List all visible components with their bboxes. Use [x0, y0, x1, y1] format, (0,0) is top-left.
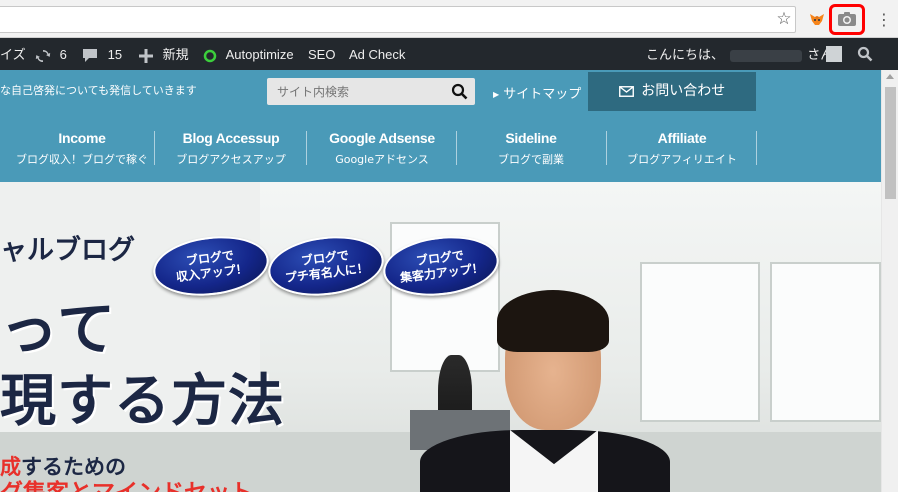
nav-label-jp: Googleアドセンス [335, 153, 429, 166]
nav-label-jp: ブログ収入！ブログで稼ぐ [16, 153, 148, 166]
address-bar[interactable] [0, 6, 796, 33]
adcheck-link[interactable]: Ad Check [349, 46, 405, 64]
nav-item-google-adsense[interactable]: Google Adsense Googleアドセンス [312, 130, 452, 167]
nav-label-en: Sideline [505, 130, 557, 146]
updates-link[interactable]: 6 [34, 46, 67, 64]
autoptimize-link[interactable]: Autoptimize [203, 46, 294, 64]
updates-icon [35, 49, 51, 62]
person-hair [497, 290, 609, 352]
autoptimize-label: Autoptimize [225, 47, 294, 62]
seo-link[interactable]: SEO [308, 46, 335, 64]
plus-icon [139, 48, 153, 63]
admin-search-icon[interactable] [857, 46, 873, 62]
nav-item-blog-accessup[interactable]: Blog Accessup ブログアクセスアップ [160, 130, 302, 167]
hero-line-5: グ集客とマインドセット [0, 473, 253, 492]
search-icon[interactable] [451, 83, 468, 100]
nav-label-en: Google Adsense [329, 130, 435, 146]
window-pane [640, 262, 760, 422]
avatar[interactable] [826, 46, 842, 62]
site-search-input[interactable] [267, 78, 447, 105]
nav-label-en: Blog Accessup [182, 130, 280, 146]
nav-label-jp: ブログアクセスアップ [176, 153, 286, 166]
comment-icon [83, 49, 97, 63]
site-tagline: な自己啓発についても発信していきます [0, 84, 197, 97]
nav-divider [456, 131, 457, 165]
browser-toolbar: ☆ ⋮ [0, 0, 898, 38]
window-pane [770, 262, 881, 422]
metamask-icon[interactable] [809, 11, 825, 27]
greeting-link[interactable]: こんにちは、 さん [646, 46, 833, 64]
customize-link[interactable]: イズ [0, 46, 26, 64]
nav-divider [154, 131, 155, 165]
greeting-prefix: こんにちは、 [646, 47, 725, 62]
nav-item-income[interactable]: Income ブログ収入！ブログで稼ぐ [12, 130, 152, 167]
comments-link[interactable]: 15 [82, 46, 122, 64]
nav-divider [756, 131, 757, 165]
nav-label-jp: ブログアフィリエイト [627, 153, 737, 166]
camera-icon[interactable] [837, 11, 857, 27]
nav-divider [306, 131, 307, 165]
triangle-right-icon: ▶ [493, 90, 500, 99]
wp-admin-bar: イズ 6 15 新規 Autoptimize SEO Ad Check こんにち… [0, 38, 898, 70]
comments-count: 15 [107, 47, 123, 62]
nav-label-en: Income [58, 130, 106, 146]
nav-item-affiliate[interactable]: Affiliate ブログアフィリエイト [612, 130, 752, 167]
updates-count: 6 [59, 47, 67, 62]
contact-label: お問い合わせ [641, 83, 726, 99]
hero-line-3: 現する方法 [0, 369, 285, 434]
sitemap-label: サイトマップ [503, 87, 582, 102]
site-search-box [267, 78, 475, 105]
envelope-icon [618, 85, 634, 97]
hero-line-2: って [0, 295, 118, 363]
scroll-thumb[interactable] [885, 87, 896, 199]
username-redacted [729, 49, 802, 62]
star-icon[interactable]: ☆ [774, 9, 794, 29]
contact-button[interactable]: お問い合わせ [588, 72, 756, 111]
nav-item-sideline[interactable]: Sideline ブログで副業 [462, 130, 600, 167]
hero-line-1: ャルブログ [0, 235, 135, 266]
new-label: 新規 [162, 47, 189, 62]
menu-dots-icon[interactable]: ⋮ [876, 10, 892, 30]
nav-label-jp: ブログで副業 [498, 153, 564, 166]
nav-label-en: Affiliate [657, 130, 707, 146]
nav-divider [606, 131, 607, 165]
scroll-up-arrow-icon[interactable] [886, 74, 894, 79]
page-scrollbar[interactable] [881, 70, 898, 492]
sitemap-link[interactable]: ▶ サイトマップ [493, 83, 581, 102]
new-content-link[interactable]: 新規 [139, 46, 189, 64]
status-circle-icon [203, 49, 217, 62]
